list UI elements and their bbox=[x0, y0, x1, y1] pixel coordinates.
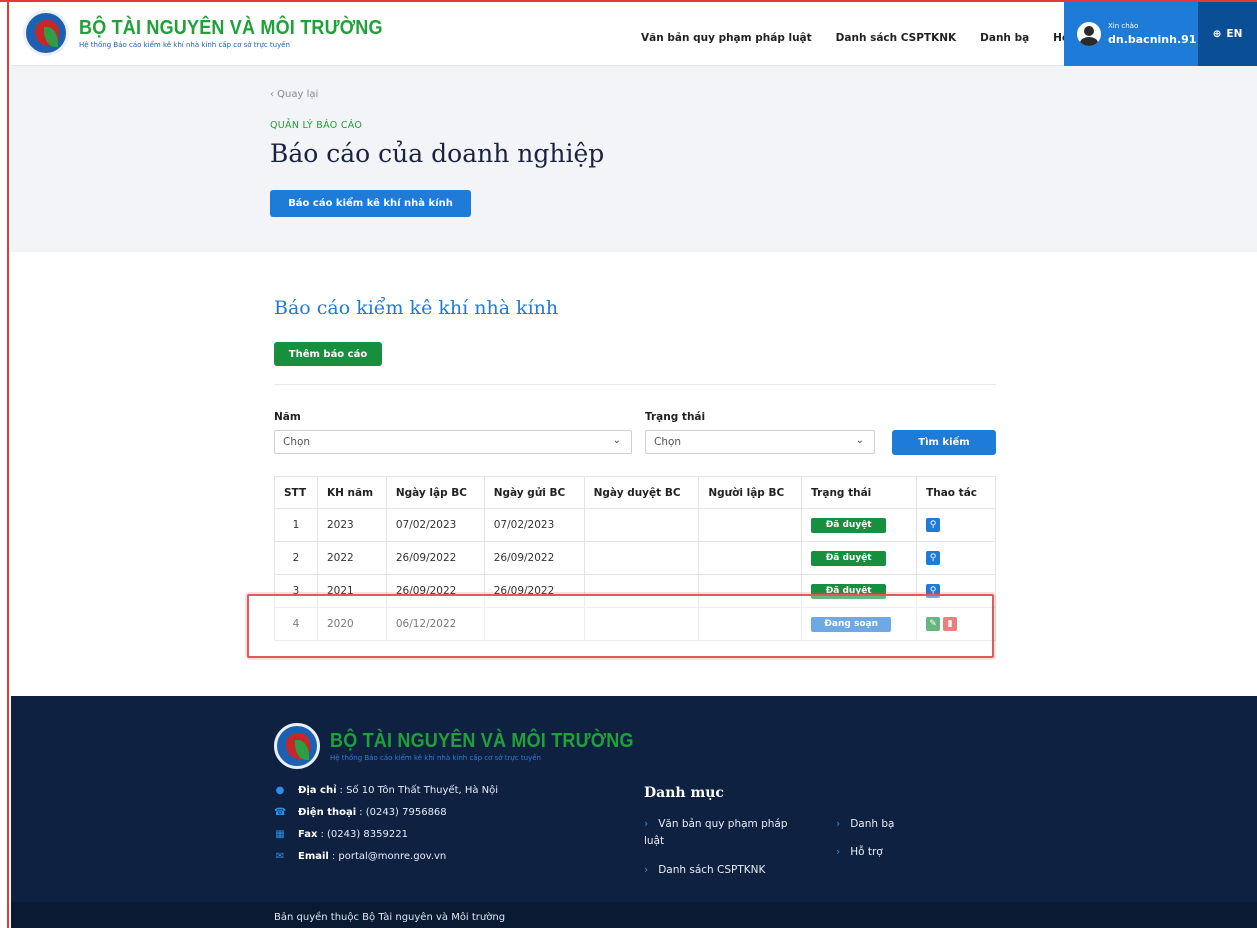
user-greeting: Xin chào bbox=[1108, 22, 1139, 30]
cell-actions: ⚲ bbox=[916, 508, 996, 542]
column-header: Ngày duyệt BC bbox=[583, 476, 700, 509]
header-logo[interactable]: BỘ TÀI NGUYÊN VÀ MÔI TRƯỜNG Hệ thống Báo… bbox=[23, 10, 383, 56]
status-select-value: Chọn bbox=[654, 436, 682, 448]
phone-icon: ☎ bbox=[274, 807, 287, 818]
envelope-icon: ✉ bbox=[275, 851, 285, 862]
cell-approved bbox=[583, 508, 700, 542]
ghg-report-button[interactable]: Báo cáo kiểm kê khí nhà kính bbox=[270, 190, 471, 217]
user-menu[interactable]: Xin chào dn.bacninh.91 bbox=[1064, 2, 1198, 66]
column-header: Trạng thái bbox=[801, 476, 918, 509]
footer-logo: BỘ TÀI NGUYÊN VÀ MÔI TRƯỜNG Hệ thống Báo… bbox=[274, 723, 634, 769]
column-header: Ngày gửi BC bbox=[483, 476, 585, 509]
email-value: : portal@monre.gov.vn bbox=[331, 851, 447, 862]
status-filter-label: Trạng thái bbox=[645, 411, 706, 423]
column-header: Người lập BC bbox=[698, 476, 803, 509]
status-badge: Đã duyệt bbox=[811, 517, 887, 533]
search-button[interactable]: Tìm kiếm bbox=[892, 430, 996, 455]
chevron-right-icon: › bbox=[644, 818, 649, 830]
year-filter-label: Năm bbox=[274, 411, 301, 423]
cell-year: 2022 bbox=[316, 541, 387, 575]
cell-stt: 2 bbox=[274, 541, 318, 575]
footer-address: ● Địa chỉ : Số 10 Tôn Thất Thuyết, Hà Nộ… bbox=[274, 785, 498, 796]
header-org-title: BỘ TÀI NGUYÊN VÀ MÔI TRƯỜNG bbox=[79, 15, 383, 39]
footer-link-legal-docs-cont[interactable]: luật bbox=[644, 835, 664, 847]
cell-created: 07/02/2023 bbox=[385, 508, 485, 542]
nav-directory[interactable]: Danh bạ bbox=[980, 32, 1029, 44]
nav-legal-docs[interactable]: Văn bản quy phạm pháp luật bbox=[641, 32, 812, 44]
chevron-down-icon: ⌄ bbox=[612, 435, 621, 446]
column-header: Thao tác bbox=[916, 476, 996, 509]
view-icon[interactable]: ⚲ bbox=[926, 518, 941, 532]
cell-year: 2023 bbox=[316, 508, 387, 542]
footer-copyright: Bản quyền thuộc Bộ Tài nguyên và Môi trư… bbox=[11, 902, 1257, 928]
cell-status: Đã duyệt bbox=[801, 541, 918, 575]
footer-phone: ☎ Điện thoại : (0243) 7956868 bbox=[274, 807, 447, 818]
page-header-band bbox=[11, 66, 1257, 252]
cell-creator bbox=[698, 541, 803, 575]
table-row: 1 2023 07/02/2023 07/02/2023 Đã duyệt ⚲ bbox=[274, 508, 996, 542]
year-select[interactable]: Chọn ⌄ bbox=[274, 430, 632, 454]
footer-menu-title: Danh mục bbox=[644, 785, 724, 801]
footer-org-subtitle: Hệ thống Báo cáo kiểm kê khí nhà kính cấ… bbox=[330, 754, 541, 762]
globe-icon: ⊕ bbox=[1212, 28, 1222, 40]
language-switch[interactable]: ⊕ EN bbox=[1198, 2, 1257, 66]
section-title: Báo cáo kiểm kê khí nhà kính bbox=[274, 297, 559, 319]
language-label: EN bbox=[1226, 28, 1243, 40]
location-pin-icon: ● bbox=[275, 785, 285, 796]
status-badge: Đã duyệt bbox=[811, 550, 887, 566]
header-org-subtitle: Hệ thống Báo cáo kiểm kê khí nhà kính cấ… bbox=[79, 41, 290, 49]
site-header: BỘ TÀI NGUYÊN VÀ MÔI TRƯỜNG Hệ thống Báo… bbox=[11, 2, 1257, 66]
frame-left-border bbox=[0, 0, 9, 928]
phone-value: : (0243) 7956868 bbox=[359, 807, 447, 818]
footer-email: ✉ Email : portal@monre.gov.vn bbox=[274, 851, 446, 862]
address-value: : Số 10 Tôn Thất Thuyết, Hà Nội bbox=[339, 785, 499, 796]
address-label: Địa chỉ bbox=[298, 785, 337, 796]
frame-top-border bbox=[0, 0, 1257, 2]
divider bbox=[274, 384, 996, 385]
site-footer bbox=[11, 696, 1257, 902]
main-nav: Văn bản quy phạm pháp luật Danh sách CSP… bbox=[641, 32, 1090, 44]
chevron-right-icon: › bbox=[644, 864, 649, 876]
nav-cspt-list[interactable]: Danh sách CSPTKNK bbox=[836, 32, 956, 44]
cell-stt: 1 bbox=[274, 508, 318, 542]
chevron-right-icon: › bbox=[836, 846, 841, 858]
ministry-emblem-icon bbox=[274, 723, 320, 769]
ministry-emblem-icon bbox=[23, 10, 69, 56]
user-avatar-icon bbox=[1077, 22, 1101, 46]
fax-label: Fax bbox=[298, 829, 318, 840]
cell-creator bbox=[698, 508, 803, 542]
chevron-down-icon: ⌄ bbox=[855, 435, 864, 446]
footer-link-legal-docs[interactable]: › Văn bản quy phạm pháp bbox=[644, 818, 788, 830]
back-link[interactable]: ‹ Quay lại bbox=[270, 89, 318, 100]
cell-approved bbox=[583, 541, 700, 575]
footer-link-support[interactable]: › Hỗ trợ bbox=[836, 846, 883, 858]
status-select[interactable]: Chọn ⌄ bbox=[645, 430, 875, 454]
page-title: Báo cáo của doanh nghiệp bbox=[270, 139, 605, 168]
table-header-row: STT KH năm Ngày lập BC Ngày gửi BC Ngày … bbox=[274, 476, 996, 509]
fax-value: : (0243) 8359221 bbox=[320, 829, 408, 840]
cell-created: 26/09/2022 bbox=[385, 541, 485, 575]
column-header: Ngày lập BC bbox=[385, 476, 485, 509]
cell-sent: 26/09/2022 bbox=[483, 541, 585, 575]
table-row: 2 2022 26/09/2022 26/09/2022 Đã duyệt ⚲ bbox=[274, 541, 996, 575]
fax-icon: ▦ bbox=[275, 829, 285, 840]
add-report-button[interactable]: Thêm báo cáo bbox=[274, 342, 382, 366]
footer-org-title: BỘ TÀI NGUYÊN VÀ MÔI TRƯỜNG bbox=[330, 728, 634, 752]
email-label: Email bbox=[298, 851, 329, 862]
section-label: QUẢN LÝ BÁO CÁO bbox=[270, 120, 363, 131]
view-icon[interactable]: ⚲ bbox=[926, 551, 941, 565]
cell-sent: 07/02/2023 bbox=[483, 508, 585, 542]
footer-fax: ▦ Fax : (0243) 8359221 bbox=[274, 829, 408, 840]
phone-label: Điện thoại bbox=[298, 807, 357, 818]
highlight-annotation-box bbox=[247, 594, 994, 658]
footer-link-directory[interactable]: › Danh bạ bbox=[836, 818, 894, 830]
column-header: STT bbox=[274, 476, 318, 509]
user-name: dn.bacninh.91 bbox=[1108, 33, 1197, 46]
column-header: KH năm bbox=[316, 476, 387, 509]
chevron-right-icon: › bbox=[836, 818, 841, 830]
cell-actions: ⚲ bbox=[916, 541, 996, 575]
year-select-value: Chọn bbox=[283, 436, 311, 448]
footer-link-cspt-list[interactable]: › Danh sách CSPTKNK bbox=[644, 864, 765, 876]
cell-status: Đã duyệt bbox=[801, 508, 918, 542]
